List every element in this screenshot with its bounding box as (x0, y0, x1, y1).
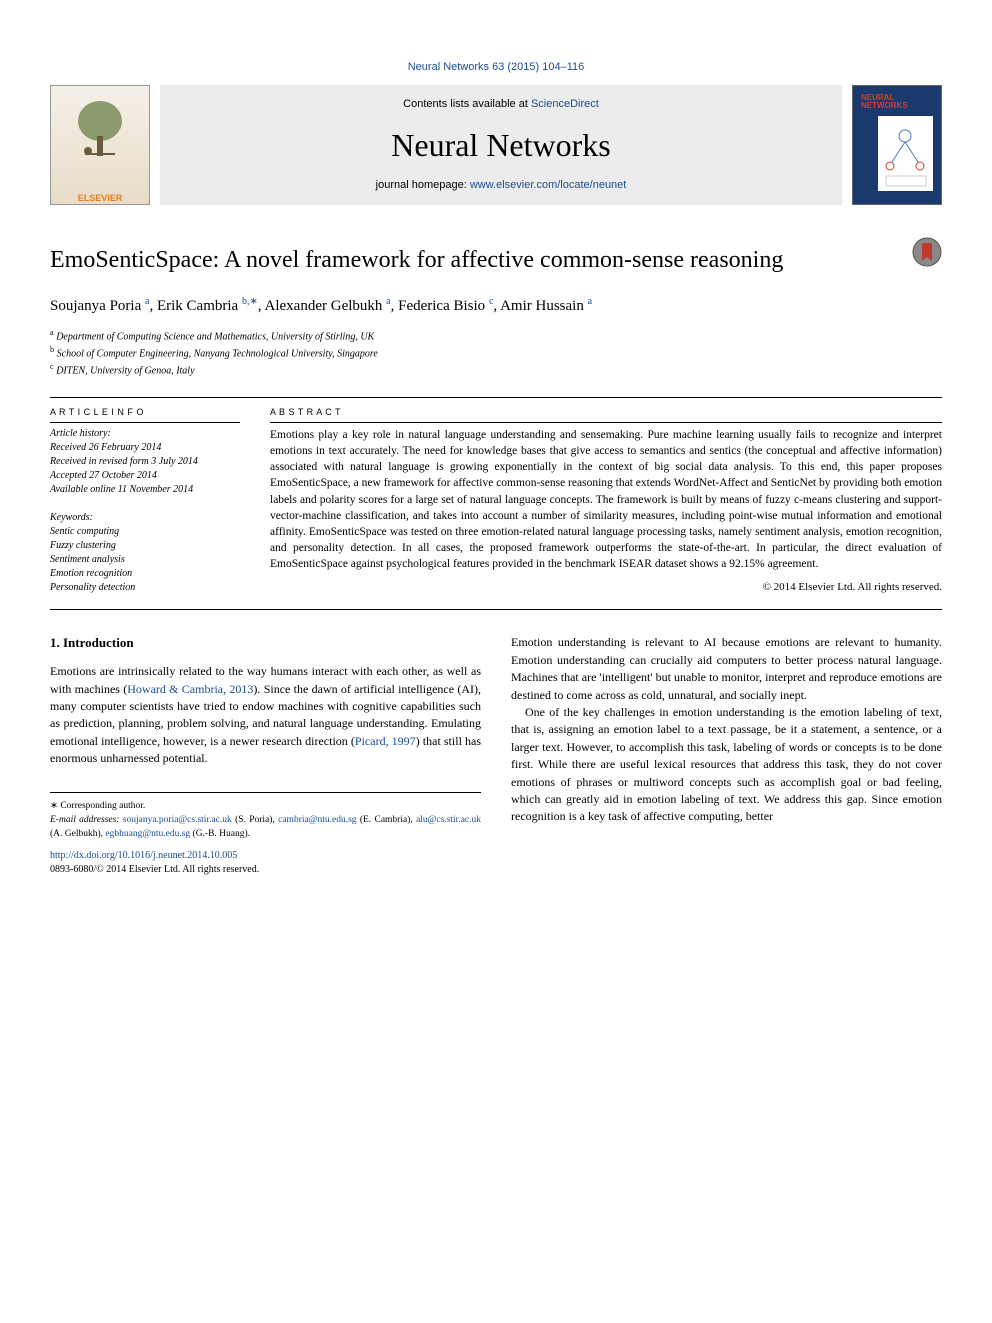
email-link[interactable]: cambria@ntu.edu.sg (278, 815, 356, 825)
body-paragraph: Emotion understanding is relevant to AI … (511, 634, 942, 704)
body-paragraph: Emotions are intrinsically related to th… (50, 663, 481, 767)
email-link[interactable]: soujanya.poria@cs.stir.ac.uk (123, 815, 232, 825)
history-accepted: Accepted 27 October 2014 (50, 469, 240, 483)
homepage-prefix: journal homepage: (376, 179, 470, 191)
right-column: Emotion understanding is relevant to AI … (511, 634, 942, 841)
doi-line: http://dx.doi.org/10.1016/j.neunet.2014.… (50, 849, 942, 863)
keyword: Fuzzy clustering (50, 539, 240, 553)
citation-link[interactable]: Picard, 1997 (355, 734, 416, 748)
elsevier-logo-text: ELSEVIER (78, 192, 123, 205)
author[interactable]: Amir Hussain a (500, 298, 592, 314)
article-info: A R T I C L E I N F O Article history: R… (50, 406, 240, 596)
divider (50, 609, 942, 610)
body-paragraph: One of the key challenges in emotion und… (511, 704, 942, 826)
affiliations: a Department of Computing Science and Ma… (50, 327, 942, 379)
crossmark-icon[interactable] (912, 237, 942, 267)
contents-prefix: Contents lists available at (403, 98, 531, 110)
cover-diagram (878, 116, 933, 191)
author[interactable]: Federica Bisio c (398, 298, 493, 314)
citation-link[interactable]: Howard & Cambria, 2013 (127, 682, 253, 696)
keywords-label: Keywords: (50, 511, 240, 525)
affiliation-a: Department of Computing Science and Math… (56, 331, 374, 342)
history-label: Article history: (50, 427, 240, 441)
corresponding-author: ∗ Corresponding author. (50, 799, 481, 813)
abstract-text: Emotions play a key role in natural lang… (270, 427, 942, 572)
sciencedirect-link[interactable]: ScienceDirect (531, 98, 599, 110)
affiliation-c: DITEN, University of Genoa, Italy (56, 366, 194, 377)
keyword: Sentic computing (50, 525, 240, 539)
abstract-copyright: © 2014 Elsevier Ltd. All rights reserved… (270, 580, 942, 595)
author[interactable]: Alexander Gelbukh a (265, 298, 391, 314)
elsevier-logo[interactable]: ELSEVIER (50, 85, 150, 205)
keyword: Sentiment analysis (50, 553, 240, 567)
bottom-copyright: 0893-6080/© 2014 Elsevier Ltd. All right… (50, 863, 942, 877)
journal-cover-thumbnail[interactable]: NEURAL NETWORKS (852, 85, 942, 205)
history-revised: Received in revised form 3 July 2014 (50, 455, 240, 469)
history-online: Available online 11 November 2014 (50, 483, 240, 497)
email-link[interactable]: alu@cs.stir.ac.uk (416, 815, 481, 825)
email-addresses: E-mail addresses: soujanya.poria@cs.stir… (50, 813, 481, 842)
body-columns: 1. Introduction Emotions are intrinsical… (50, 634, 942, 841)
abstract-heading: A B S T R A C T (270, 406, 942, 419)
meta-abstract-row: A R T I C L E I N F O Article history: R… (50, 398, 942, 610)
article-info-heading: A R T I C L E I N F O (50, 406, 240, 419)
article-title: EmoSenticSpace: A novel framework for af… (50, 245, 942, 276)
doi-link[interactable]: http://dx.doi.org/10.1016/j.neunet.2014.… (50, 850, 237, 861)
contents-available-line: Contents lists available at ScienceDirec… (180, 97, 822, 112)
keyword: Emotion recognition (50, 567, 240, 581)
journal-center-panel: Contents lists available at ScienceDirec… (160, 85, 842, 205)
keyword: Personality detection (50, 581, 240, 595)
author[interactable]: Erik Cambria b,∗ (157, 298, 258, 314)
affiliation-b: School of Computer Engineering, Nanyang … (57, 348, 378, 359)
author[interactable]: Soujanya Poria a (50, 298, 149, 314)
journal-homepage-link[interactable]: www.elsevier.com/locate/neunet (470, 179, 627, 191)
section-heading: 1. Introduction (50, 634, 481, 653)
cover-title-text: NEURAL NETWORKS (861, 94, 941, 110)
authors-list: Soujanya Poria a, Erik Cambria b,∗, Alex… (50, 295, 942, 317)
email-link[interactable]: egbhuang@ntu.edu.sg (105, 829, 190, 839)
journal-title: Neural Networks (180, 123, 822, 168)
left-column: 1. Introduction Emotions are intrinsical… (50, 634, 481, 841)
history-received: Received 26 February 2014 (50, 441, 240, 455)
elsevier-tree-icon (70, 96, 130, 166)
journal-homepage-line: journal homepage: www.elsevier.com/locat… (180, 178, 822, 193)
abstract: A B S T R A C T Emotions play a key role… (270, 406, 942, 596)
journal-header: ELSEVIER Contents lists available at Sci… (50, 85, 942, 205)
journal-reference: Neural Networks 63 (2015) 104–116 (50, 60, 942, 75)
footnotes: ∗ Corresponding author. E-mail addresses… (50, 792, 481, 842)
